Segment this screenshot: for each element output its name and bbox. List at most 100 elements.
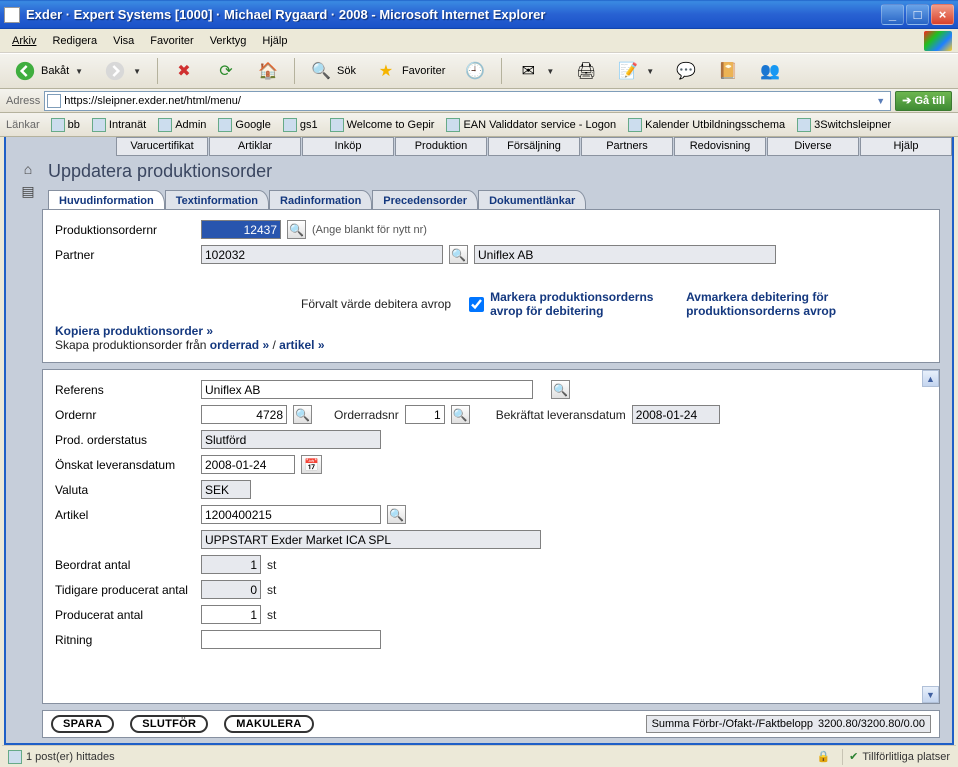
search-button[interactable]: 🔍Sök [302,56,363,86]
link-ean[interactable]: EAN Validdator service - Logon [441,117,621,133]
action-bar: SPARA SLUTFÖR MAKULERA Summa Förbr-/Ofak… [42,710,940,738]
onskat-input[interactable] [201,455,295,474]
link-google[interactable]: Google [213,117,275,133]
forvalt-checkbox[interactable] [469,297,484,312]
page-icon [47,94,61,108]
tab-varucertifikat[interactable]: Varucertifikat [116,137,208,156]
ritning-input[interactable] [201,630,381,649]
producerat-label: Producerat antal [55,608,195,622]
spara-button[interactable]: SPARA [51,715,114,733]
subtab-textinformation[interactable]: Textinformation [165,190,269,209]
artikel-link[interactable]: artikel » [279,338,324,352]
subtab-precedensorder[interactable]: Precedensorder [372,190,478,209]
lookup-button[interactable]: 🔍 [451,405,470,424]
valuta-input [201,480,251,499]
tab-redovisning[interactable]: Redovisning [674,137,766,156]
page-icon [8,750,22,764]
orderradsnr-label: Orderradsnr [334,408,399,422]
scroll-up-button[interactable]: ▲ [922,370,939,387]
subtab-huvudinformation[interactable]: Huvudinformation [48,190,165,209]
lookup-button[interactable]: 🔍 [293,405,312,424]
mail-icon: ✉ [516,59,540,83]
lookup-button[interactable]: 🔍 [551,380,570,399]
page-icon [283,118,297,132]
subtab-radinformation[interactable]: Radinformation [269,190,372,209]
prodordernr-hint: (Ange blankt för nytt nr) [312,224,427,236]
minimize-button[interactable]: _ [881,4,904,25]
stop-button[interactable]: ✖ [165,56,203,86]
print-button[interactable]: 🖨 [567,56,605,86]
menu-hjalp[interactable]: Hjälp [256,33,293,49]
partner-code-input[interactable] [201,245,443,264]
address-input-wrap[interactable]: https://sleipner.exder.net/html/menu/ ▼ [44,91,891,111]
back-icon [13,59,37,83]
chevron-down-icon[interactable]: ▼ [73,67,85,76]
close-button[interactable]: × [931,4,954,25]
menu-arkiv[interactable]: Arkiv [6,33,42,49]
edit-button[interactable]: 📝▼ [609,56,663,86]
artikel-name-input [201,530,541,549]
tab-artiklar[interactable]: Artiklar [209,137,301,156]
tidigare-input [201,580,261,599]
mail-button[interactable]: ✉▼ [509,56,563,86]
menu-verktyg[interactable]: Verktyg [204,33,253,49]
app-area: Varucertifikat Artiklar Inköp Produktion… [4,137,954,745]
refresh-button[interactable]: ⟳ [207,56,245,86]
maximize-button[interactable]: □ [906,4,929,25]
menu-visa[interactable]: Visa [107,33,140,49]
chevron-down-icon[interactable]: ▼ [131,67,143,76]
lookup-button[interactable]: 🔍 [449,245,468,264]
tab-forsaljning[interactable]: Försäljning [488,137,580,156]
home-icon[interactable]: ⌂ [24,161,32,177]
status-input [201,430,381,449]
go-button[interactable]: ➔ Gå till [895,91,952,111]
link-kalender[interactable]: Kalender Utbildningsschema [623,117,790,133]
bekr-input [632,405,720,424]
referens-input[interactable] [201,380,533,399]
slutfor-button[interactable]: SLUTFÖR [130,715,208,733]
messenger-button[interactable]: 👥 [751,56,789,86]
menubar: Arkiv Redigera Visa Favoriter Verktyg Hj… [0,29,958,53]
kopiera-link[interactable]: Kopiera produktionsorder » [55,324,213,338]
tab-produktion[interactable]: Produktion [395,137,487,156]
tab-partners[interactable]: Partners [581,137,673,156]
tab-diverse[interactable]: Diverse [767,137,859,156]
subtab-dokumentlankar[interactable]: Dokumentlänkar [478,190,586,209]
ordernr-input[interactable] [201,405,287,424]
link-admin[interactable]: Admin [153,117,211,133]
tab-hjalp[interactable]: Hjälp [860,137,952,156]
scroll-down-button[interactable]: ▼ [922,686,939,703]
window-titlebar: Exder · Expert Systems [1000] · Michael … [0,0,958,29]
menu-redigera[interactable]: Redigera [46,33,103,49]
home-button[interactable]: 🏠 [249,56,287,86]
avmark-link[interactable]: Avmarkera debitering för produktionsorde… [686,290,886,318]
discuss-icon: 💬 [674,59,698,83]
orderradsnr-input[interactable] [405,405,445,424]
link-bb[interactable]: bb [46,117,85,133]
back-button[interactable]: Bakåt ▼ [6,56,92,86]
favorites-button[interactable]: ★Favoriter [367,56,452,86]
lookup-button[interactable]: 🔍 [387,505,406,524]
lookup-button[interactable]: 🔍 [287,220,306,239]
calendar-button[interactable]: 📅 [301,455,322,474]
mark-link[interactable]: Markera produktionsorderns avrop för deb… [490,290,680,318]
link-intranat[interactable]: Intranät [87,117,151,133]
chevron-down-icon[interactable]: ▼ [873,96,888,106]
link-3switch[interactable]: 3Switchsleipner [792,117,896,133]
grid-icon[interactable]: ▤ [21,183,34,200]
beordrat-input [201,555,261,574]
history-button[interactable]: 🕘 [456,56,494,86]
producerat-input[interactable] [201,605,261,624]
discuss-button[interactable]: 💬 [667,56,705,86]
forvalt-label: Förvalt värde debitera avrop [301,297,451,311]
artikel-code-input[interactable] [201,505,381,524]
tab-inkop[interactable]: Inköp [302,137,394,156]
link-gs1[interactable]: gs1 [278,117,323,133]
link-gepir[interactable]: Welcome to Gepir [325,117,440,133]
menu-favoriter[interactable]: Favoriter [144,33,199,49]
makulera-button[interactable]: MAKULERA [224,715,313,733]
research-button[interactable]: 📔 [709,56,747,86]
prodordernr-input[interactable] [201,220,281,239]
forward-button[interactable]: ▼ [96,56,150,86]
orderrad-link[interactable]: orderrad » [210,338,269,352]
